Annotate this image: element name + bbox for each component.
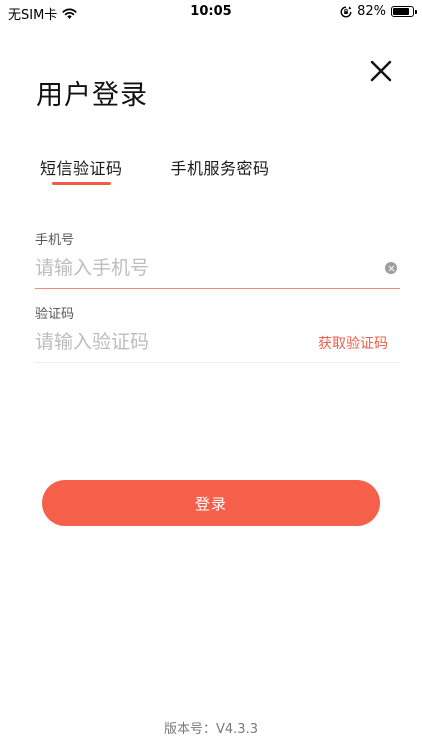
login-button[interactable]: 登录 bbox=[42, 480, 380, 526]
code-underline bbox=[35, 362, 400, 363]
close-icon bbox=[370, 60, 392, 82]
tab-sms-code[interactable]: 短信验证码 bbox=[40, 155, 123, 185]
code-label: 验证码 bbox=[35, 307, 75, 322]
code-field: 验证码 获取验证码 bbox=[35, 303, 400, 363]
phone-input-row bbox=[35, 248, 400, 288]
phone-underline bbox=[35, 288, 400, 289]
battery-cap bbox=[415, 10, 417, 14]
battery-fill bbox=[393, 8, 409, 15]
code-input-row: 获取验证码 bbox=[35, 322, 400, 362]
page-title: 用户登录 bbox=[36, 80, 148, 111]
phone-label: 手机号 bbox=[35, 233, 75, 248]
tab-service-password[interactable]: 手机服务密码 bbox=[171, 155, 270, 179]
login-method-tabs: 短信验证码 手机服务密码 bbox=[40, 155, 270, 185]
clear-icon[interactable] bbox=[385, 262, 397, 274]
battery-icon bbox=[391, 6, 417, 17]
get-code-button[interactable]: 获取验证码 bbox=[318, 333, 388, 353]
version-label: 版本号：V4.3.3 bbox=[164, 722, 258, 737]
phone-field: 手机号 bbox=[35, 229, 400, 289]
phone-input[interactable] bbox=[35, 257, 315, 279]
status-bar-right: 82% bbox=[340, 4, 417, 19]
status-bar: 无SIM卡 10:05 82% bbox=[0, 0, 422, 24]
close-button[interactable] bbox=[366, 56, 396, 86]
battery-percent: 82% bbox=[357, 4, 386, 19]
orientation-lock-icon bbox=[340, 5, 352, 17]
login-screen: 无SIM卡 10:05 82% 用户登录 短信验证码 手机服务密码 手机号 请输… bbox=[0, 0, 422, 750]
code-input[interactable] bbox=[35, 331, 315, 353]
